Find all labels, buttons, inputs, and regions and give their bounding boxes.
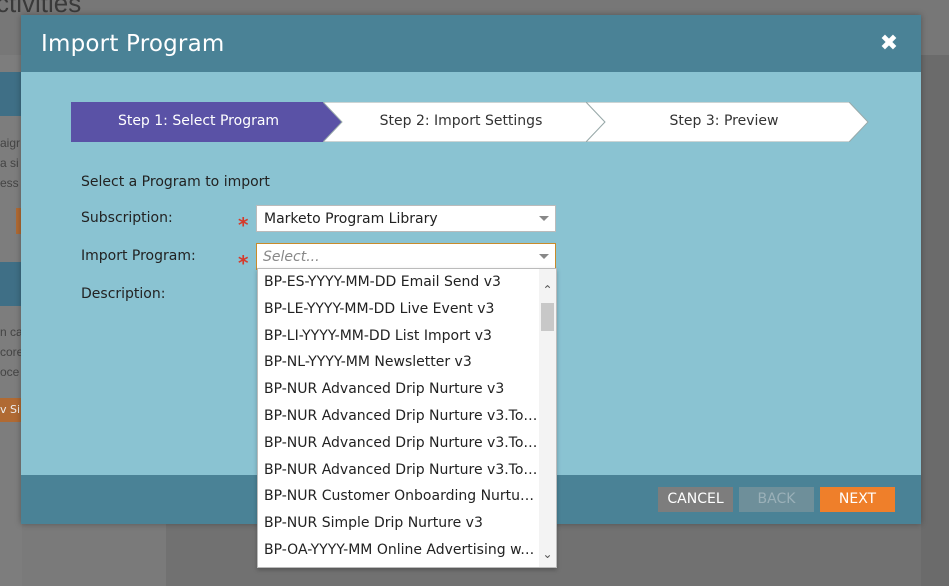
background-card-header bbox=[0, 72, 22, 116]
subscription-value: Marketo Program Library bbox=[264, 211, 438, 227]
import-program-dropdown: BP-ES-YYYY-MM-DD Email Send v3 BP-LE-YYY… bbox=[257, 268, 557, 568]
step-2-label: Step 2: Import Settings bbox=[379, 113, 543, 129]
chevron-down-icon[interactable]: ⌄ bbox=[541, 547, 554, 561]
dropdown-list: BP-ES-YYYY-MM-DD Email Send v3 BP-LE-YYY… bbox=[258, 269, 540, 564]
background-button: v Si bbox=[0, 398, 22, 422]
cancel-button[interactable]: CANCEL bbox=[658, 487, 733, 512]
scrollbar-thumb[interactable] bbox=[541, 303, 554, 331]
background-right-panel bbox=[921, 55, 949, 586]
dropdown-scrollbar[interactable]: ⌃ ⌄ bbox=[539, 269, 556, 567]
background-text: aigr bbox=[0, 136, 21, 150]
subscription-select[interactable]: Marketo Program Library bbox=[256, 205, 556, 232]
dropdown-option[interactable]: BP-NUR Advanced Drip Nurture v3.Topi... bbox=[258, 430, 538, 457]
chevron-down-icon[interactable] bbox=[539, 254, 549, 259]
background-text: n ca bbox=[0, 325, 23, 339]
required-marker: * bbox=[238, 251, 249, 275]
chevron-up-icon[interactable]: ⌃ bbox=[541, 283, 554, 297]
import-program-combobox[interactable] bbox=[256, 243, 556, 270]
step-3-preview: Step 3: Preview bbox=[586, 102, 869, 142]
step-3-label: Step 3: Preview bbox=[669, 113, 779, 129]
background-text: oce bbox=[0, 365, 20, 379]
background-text: core bbox=[0, 345, 24, 359]
dropdown-option[interactable]: BP-OA-YYYY-MM Online Advertising w. ... bbox=[258, 537, 538, 564]
chevron-down-icon bbox=[539, 216, 549, 221]
dropdown-option[interactable]: BP-LE-YYYY-MM-DD Live Event v3 bbox=[258, 296, 538, 323]
import-program-input[interactable] bbox=[257, 244, 537, 269]
wizard-steps: Step 1: Select Program Step 2: Import Se… bbox=[71, 102, 871, 142]
dropdown-option[interactable]: BP-NUR Advanced Drip Nurture v3 bbox=[258, 376, 538, 403]
dropdown-option[interactable]: BP-LI-YYYY-MM-DD List Import v3 bbox=[258, 323, 538, 350]
import-program-label: Import Program: bbox=[81, 248, 196, 264]
next-button[interactable]: NEXT bbox=[820, 487, 895, 512]
dropdown-option[interactable]: BP-ES-YYYY-MM-DD Email Send v3 bbox=[258, 269, 538, 296]
dropdown-option[interactable]: BP-NUR Customer Onboarding Nurture... bbox=[258, 483, 538, 510]
close-icon[interactable]: ✖ bbox=[879, 33, 899, 55]
dropdown-option[interactable]: BP-NL-YYYY-MM Newsletter v3 bbox=[258, 349, 538, 376]
background-card-header bbox=[0, 262, 22, 306]
dropdown-option[interactable]: BP-NUR Simple Drip Nurture v3 bbox=[258, 510, 538, 537]
step-1-label: Step 1: Select Program bbox=[117, 113, 280, 129]
step-2-import-settings: Step 2: Import Settings bbox=[323, 102, 606, 142]
modal-header: Import Program ✖ bbox=[21, 15, 921, 72]
description-label: Description: bbox=[81, 286, 166, 302]
modal-title: Import Program bbox=[41, 31, 225, 57]
form-intro: Select a Program to import bbox=[81, 174, 270, 190]
dropdown-option[interactable]: BP-NUR Advanced Drip Nurture v3.Topi... bbox=[258, 457, 538, 484]
background-left-panel bbox=[0, 55, 22, 586]
required-marker: * bbox=[238, 213, 249, 237]
background-text: a si bbox=[0, 156, 19, 170]
back-button[interactable]: BACK bbox=[739, 487, 814, 512]
subscription-label: Subscription: bbox=[81, 210, 173, 226]
step-1-select-program: Step 1: Select Program bbox=[71, 102, 343, 142]
dropdown-option[interactable]: BP-NUR Advanced Drip Nurture v3.Topi... bbox=[258, 403, 538, 430]
background-text: ess bbox=[0, 176, 19, 190]
